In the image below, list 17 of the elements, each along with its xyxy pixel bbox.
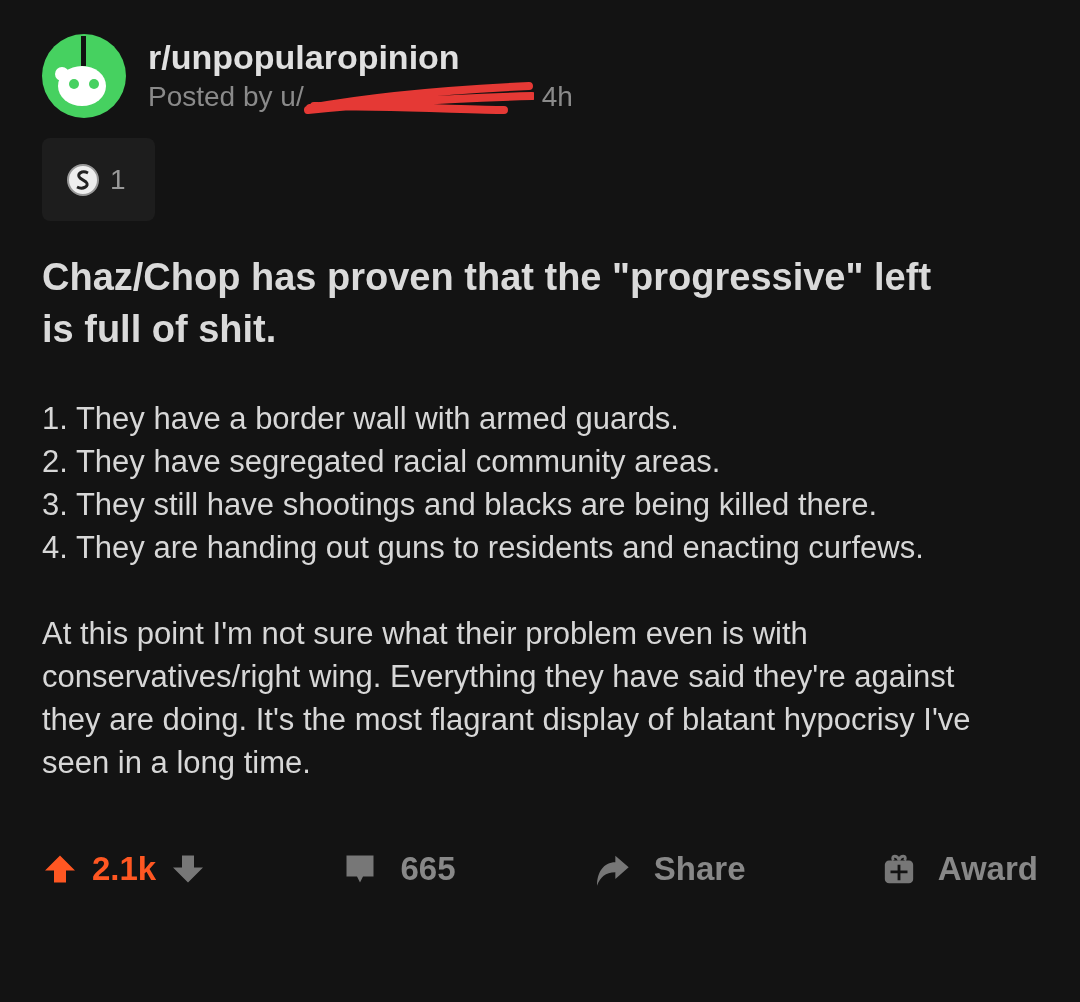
award-count: 1: [110, 162, 126, 197]
post-title: Chaz/Chop has proven that the "progressive" left is full of shit.: [42, 255, 933, 352]
comment-count[interactable]: 665: [400, 844, 456, 894]
posted-by-label: Posted by u/: [148, 80, 304, 114]
list-item: 1. They have a border wall with armed guards.: [42, 400, 680, 438]
body-paragraph: At this point I'm not sure what their problem even is with conservatives/right wing. Everything they have said they're against they are doing. It's the most flagrant display of blatant hypocrisy I've seen in a long time.: [42, 615, 972, 782]
share-button[interactable]: Share: [591, 844, 746, 894]
subreddit-avatar-icon[interactable]: [42, 34, 126, 118]
award-badge[interactable]: 1: [42, 138, 155, 221]
coin-icon: [66, 162, 100, 197]
vote-score: 2.1k: [92, 849, 157, 889]
post-age: 4h: [541, 80, 573, 114]
award-button[interactable]: Award: [881, 844, 1038, 894]
subreddit-name[interactable]: r/unpopularopinion: [148, 36, 573, 78]
list-item: 4. They are handing out guns to residents and enacting curfews.: [42, 529, 925, 567]
list-item: 3. They still have shootings and blacks are being killed there.: [42, 486, 879, 524]
list-item: 2. They have segregated racial community areas.: [42, 443, 722, 481]
